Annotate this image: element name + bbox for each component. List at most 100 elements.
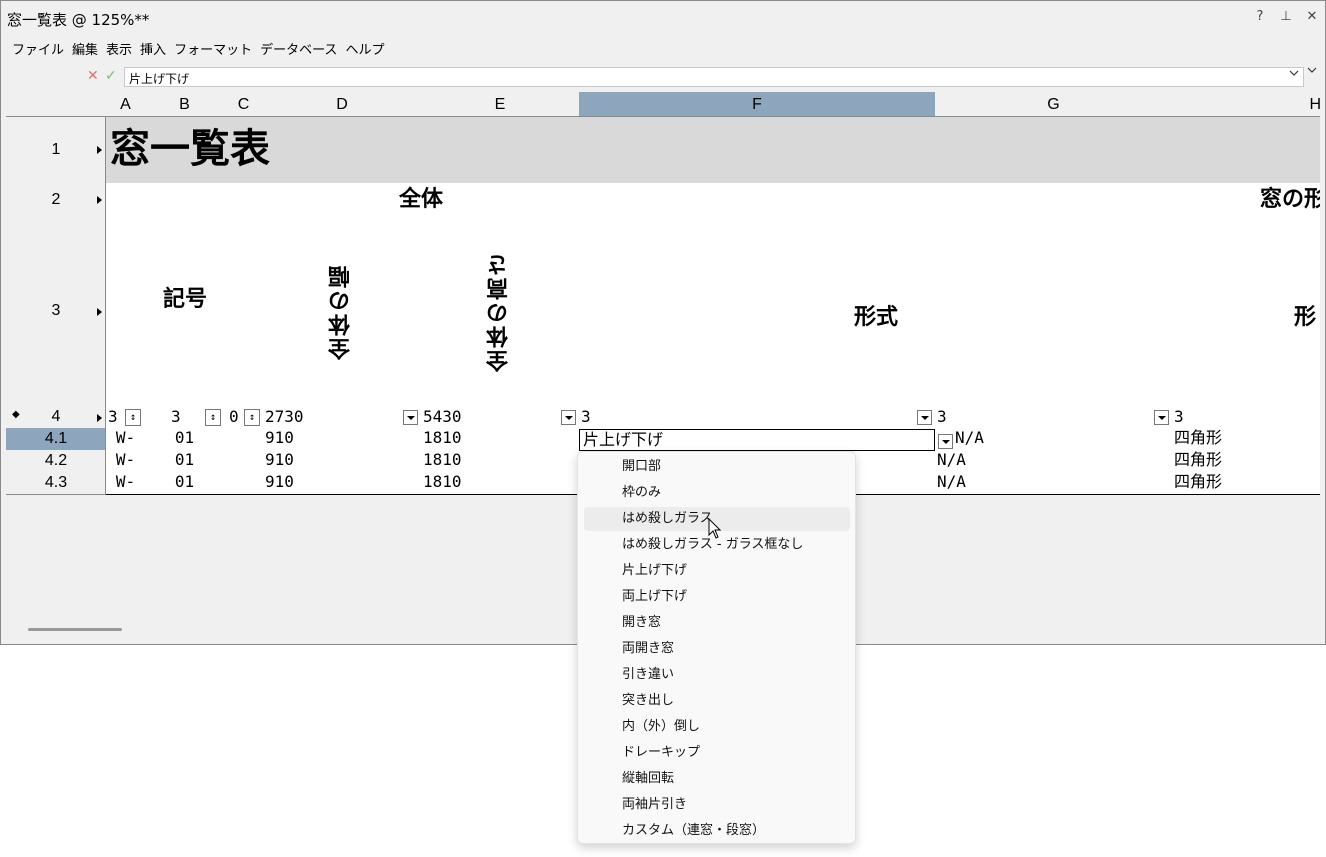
row-expand-icon[interactable] (97, 146, 102, 154)
height-header: 全体の高さ (487, 252, 512, 372)
type-header-cell[interactable]: 形式 (579, 217, 1173, 408)
sheet-title[interactable]: 窓一覧表 (106, 117, 1320, 184)
cell-e4[interactable]: 5430 (421, 407, 580, 429)
dropdown-arrow-icon[interactable] (1154, 410, 1169, 425)
cell-b41[interactable]: 01 (145, 428, 225, 451)
spin-icon[interactable]: ↕ (125, 409, 141, 426)
cell-c42[interactable] (224, 450, 264, 473)
dropdown-arrow-icon[interactable] (403, 410, 418, 425)
dropdown-item[interactable]: 開口部 (584, 455, 850, 479)
cell-a42[interactable]: W- (106, 450, 146, 473)
menu-format[interactable]: フォーマット (174, 36, 260, 60)
spin-icon[interactable]: ↕ (205, 409, 221, 426)
col-header-f[interactable]: F (579, 92, 936, 117)
col-header-b[interactable]: B (145, 92, 225, 117)
col-header-g[interactable]: G (935, 92, 1173, 117)
row-header-4-2[interactable]: 4.2 (6, 450, 106, 473)
dropdown-item[interactable]: 開き窓 (584, 611, 850, 635)
formula-input[interactable]: 片上げ下げ (124, 67, 1304, 87)
menu-file[interactable]: ファイル (1, 36, 72, 60)
row-header-3[interactable]: 3 (6, 217, 106, 408)
row-expand-icon[interactable] (97, 308, 102, 316)
help-icon[interactable]: ? (1253, 9, 1267, 24)
cell-h42[interactable]: 四角形 (1172, 450, 1320, 473)
width-header: 全体の幅 (329, 264, 354, 360)
dropdown-arrow-icon[interactable] (561, 410, 576, 425)
menu-view[interactable]: 表示 (106, 36, 140, 60)
row-header-4[interactable]: ◆ 4 (6, 407, 106, 429)
dropdown-item[interactable]: 内（外）倒し (584, 715, 850, 739)
menu-insert[interactable]: 挿入 (140, 36, 174, 60)
col-header-c[interactable]: C (224, 92, 264, 117)
pin-icon[interactable]: ⊥ (1279, 9, 1293, 24)
cell-h41[interactable]: 四角形 (1172, 428, 1320, 451)
menu-bar: ファイル 編集 表示 挿入 フォーマット データベース ヘルプ (1, 36, 1325, 60)
cell-f41-editor[interactable]: 片上げ下げ (579, 429, 935, 451)
row-expand-icon[interactable] (97, 414, 102, 422)
row-expand-icon[interactable] (97, 196, 102, 204)
cell-d43[interactable]: 910 (263, 472, 422, 495)
cell-a41[interactable]: W- (106, 428, 146, 451)
menu-help[interactable]: ヘルプ (345, 36, 392, 60)
dropdown-item[interactable]: 枠のみ (584, 481, 850, 505)
menu-database[interactable]: データベース (260, 36, 345, 60)
menu-edit[interactable]: 編集 (72, 36, 106, 60)
dropdown-item[interactable]: 両開き窓 (584, 637, 850, 661)
cell-c43[interactable] (224, 472, 264, 495)
cell-g4[interactable]: 3 (935, 407, 1173, 429)
cancel-edit-icon[interactable]: ✕ (87, 68, 99, 84)
row-header-4-1[interactable]: 4.1 (6, 428, 106, 451)
dropdown-item[interactable]: カスタム（連窓・段窓） (584, 819, 850, 843)
cell-a4[interactable]: 3 ↕ (106, 407, 146, 429)
horizontal-scrollbar[interactable] (28, 628, 122, 631)
confirm-edit-icon[interactable]: ✓ (105, 68, 117, 84)
dropdown-item[interactable]: 片上げ下げ (584, 559, 850, 583)
col-header-h[interactable]: H (1172, 92, 1320, 117)
spin-icon[interactable]: ↕ (244, 409, 260, 426)
col-header-e[interactable]: E (421, 92, 580, 117)
cell-g41-dropdown-icon[interactable] (938, 434, 953, 449)
dropdown-item[interactable]: 両袖片引き (584, 793, 850, 817)
height-header-cell[interactable]: 全体の高さ (421, 217, 580, 408)
formula-expand-icon[interactable] (1289, 69, 1299, 77)
formula-options-icon[interactable] (1307, 66, 1317, 74)
col-header-d[interactable]: D (263, 92, 422, 117)
cell-e42[interactable]: 1810 (421, 450, 580, 473)
shape-header: 形 (1294, 305, 1317, 330)
type-dropdown-list[interactable]: 開口部 枠のみ はめ殺しガラス はめ殺しガラス - ガラス框なし 片上げ下げ 両… (577, 451, 856, 844)
cell-c41[interactable] (224, 428, 264, 451)
group-header-all[interactable]: 全体 (263, 183, 580, 218)
cell-d4[interactable]: 2730 (263, 407, 422, 429)
symbol-header-cell[interactable]: 記号 (106, 183, 264, 408)
cell-b4[interactable]: 3 ↕ (145, 407, 225, 429)
cell-h43[interactable]: 四角形 (1172, 472, 1320, 495)
dropdown-item[interactable]: 縦軸回転 (584, 767, 850, 791)
col-header-a[interactable]: A (106, 92, 146, 117)
group-header-window-shape[interactable]: 窓の形 (579, 183, 1320, 218)
dropdown-item[interactable]: 引き違い (584, 663, 850, 687)
cell-c4[interactable]: 0 ↕ (224, 407, 264, 429)
cell-b43[interactable]: 01 (145, 472, 225, 495)
row-header-4-3[interactable]: 4.3 (6, 472, 106, 495)
cell-h4[interactable]: 3 (1172, 407, 1320, 429)
shape-header-cell[interactable]: 形 (1172, 217, 1320, 408)
row-header-1[interactable]: 1 (6, 117, 106, 184)
dropdown-item[interactable]: 突き出し (584, 689, 850, 713)
dropdown-item[interactable]: 両上げ下げ (584, 585, 850, 609)
corner-cell[interactable] (6, 92, 107, 117)
cell-d41[interactable]: 910 (263, 428, 422, 451)
cell-g43[interactable]: N/A (935, 472, 1173, 495)
cell-g41[interactable]: N/A (935, 428, 1173, 451)
cell-e43[interactable]: 1810 (421, 472, 580, 495)
cell-e41[interactable]: 1810 (421, 428, 580, 451)
cell-d42[interactable]: 910 (263, 450, 422, 473)
row-header-2[interactable]: 2 (6, 183, 106, 218)
width-header-cell[interactable]: 全体の幅 (263, 217, 422, 408)
cell-f4[interactable]: 3 (579, 407, 936, 429)
cell-g42[interactable]: N/A (935, 450, 1173, 473)
dropdown-arrow-icon[interactable] (917, 410, 932, 425)
close-icon[interactable]: ✕ (1305, 9, 1319, 24)
cell-b42[interactable]: 01 (145, 450, 225, 473)
cell-a43[interactable]: W- (106, 472, 146, 495)
dropdown-item[interactable]: ドレーキップ (584, 741, 850, 765)
